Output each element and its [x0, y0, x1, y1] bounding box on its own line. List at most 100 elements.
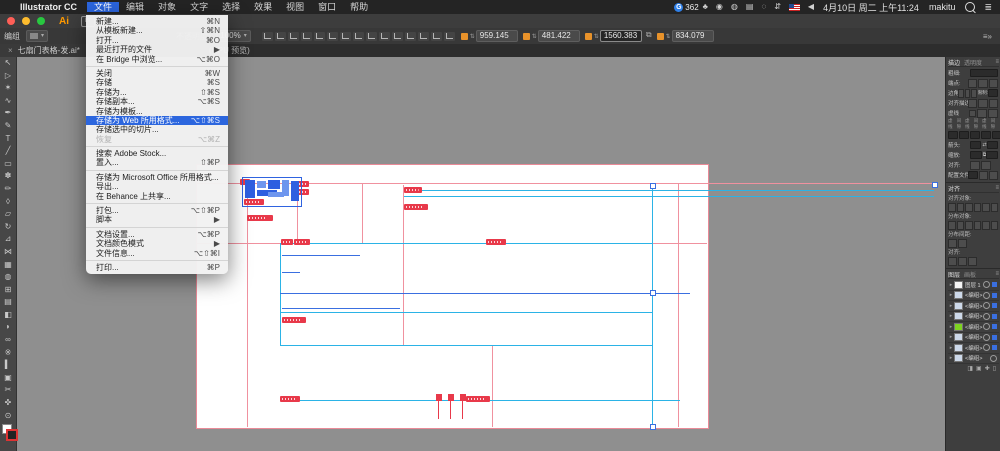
- layers-footer-icon[interactable]: ◨: [967, 365, 973, 372]
- style-dropdown[interactable]: ▾: [26, 30, 48, 42]
- menu-item[interactable]: 文档设置...⌥⌘P: [86, 230, 228, 239]
- tool-4[interactable]: ✒: [1, 107, 15, 120]
- close-window-button[interactable]: [7, 17, 15, 25]
- anchor-handle[interactable]: [650, 183, 656, 189]
- menu-item[interactable]: 关闭⌘W: [86, 69, 228, 78]
- target-circle-icon[interactable]: [983, 302, 990, 309]
- field-stepper[interactable]: ⇅: [666, 33, 671, 40]
- menu-item[interactable]: 脚本▶: [86, 215, 228, 224]
- link-dimensions-icon[interactable]: ⧉: [646, 30, 652, 42]
- control-icon-2[interactable]: [288, 32, 299, 41]
- menu-item[interactable]: 存储⌘S: [86, 78, 228, 87]
- control-icon-9[interactable]: [379, 32, 390, 41]
- align-button[interactable]: [965, 221, 973, 230]
- status-icon-1[interactable]: ♣: [703, 0, 708, 14]
- align-button[interactable]: [974, 203, 982, 212]
- dash-mode-button[interactable]: [988, 109, 998, 118]
- tab-transparency[interactable]: 透明度: [964, 58, 982, 67]
- status-icon-2[interactable]: ◉: [716, 0, 723, 14]
- control-icon-14[interactable]: [444, 32, 455, 41]
- menubar-menu-效果[interactable]: 效果: [247, 2, 279, 12]
- control-icon-0[interactable]: [262, 32, 273, 41]
- cap-button[interactable]: [989, 79, 998, 88]
- cap-button[interactable]: [968, 79, 977, 88]
- status-icon-4[interactable]: ◌: [761, 0, 766, 14]
- menu-item[interactable]: 打印...⌘P: [86, 263, 228, 272]
- align-button[interactable]: [958, 257, 967, 266]
- layer-row[interactable]: ▸<编组>: [948, 312, 999, 323]
- anchor-handle[interactable]: [932, 182, 938, 188]
- cap-button[interactable]: [978, 79, 987, 88]
- menubar-menu-帮助[interactable]: 帮助: [343, 2, 375, 12]
- field-stepper[interactable]: ⇅: [532, 33, 537, 40]
- notification-center-icon[interactable]: ≣: [984, 2, 992, 13]
- menu-item[interactable]: 从模板新建...⇧⌘N: [86, 26, 228, 35]
- tool-0[interactable]: ↖: [1, 57, 15, 70]
- align-button[interactable]: [982, 221, 990, 230]
- field-value-input[interactable]: 1560.383: [600, 30, 642, 42]
- control-icon-7[interactable]: [353, 32, 364, 41]
- tool-3[interactable]: ∿: [1, 95, 15, 108]
- dash-input[interactable]: [948, 131, 958, 139]
- tool-7[interactable]: ╱: [1, 145, 15, 158]
- app-name[interactable]: Illustrator CC: [20, 2, 77, 12]
- clock[interactable]: 4月10日 周二 上午11:24: [823, 1, 919, 14]
- field-stepper[interactable]: ⇅: [594, 33, 599, 40]
- control-icon-5[interactable]: [327, 32, 338, 41]
- align-button[interactable]: [957, 221, 965, 230]
- selected-artwork-cluster[interactable]: [242, 177, 302, 207]
- control-icon-11[interactable]: [405, 32, 416, 41]
- tool-15[interactable]: ⋈: [1, 246, 15, 259]
- corner-button[interactable]: [965, 89, 971, 98]
- menu-item[interactable]: 打开...⌘O: [86, 36, 228, 45]
- tool-12[interactable]: ▱: [1, 208, 15, 221]
- menubar-menu-选择[interactable]: 选择: [215, 2, 247, 12]
- tool-14[interactable]: ⊿: [1, 233, 15, 246]
- menu-item[interactable]: 在 Bridge 中浏览...⌥⌘O: [86, 55, 228, 64]
- tab-align[interactable]: 对齐: [948, 184, 960, 193]
- user-name[interactable]: makitu: [929, 2, 956, 12]
- antivirus-badge[interactable]: G 362: [674, 3, 698, 12]
- stroke-swatch[interactable]: [6, 429, 18, 441]
- menu-item[interactable]: 文件信息...⌥⇧⌘I: [86, 249, 228, 258]
- align-button[interactable]: [974, 221, 982, 230]
- tab-画板[interactable]: 画板: [964, 270, 976, 279]
- menu-item[interactable]: 存储副本...⌥⌘S: [86, 97, 228, 106]
- tool-18[interactable]: ⊞: [1, 284, 15, 297]
- control-icon-8[interactable]: [366, 32, 377, 41]
- swap-arrows-icon[interactable]: ⇄: [982, 142, 986, 148]
- menu-item[interactable]: 置入...⇧⌘P: [86, 158, 228, 167]
- tool-8[interactable]: ▭: [1, 158, 15, 171]
- corner-button[interactable]: [971, 89, 977, 98]
- tool-1[interactable]: ▷: [1, 70, 15, 83]
- display-icon[interactable]: ▤: [746, 0, 754, 14]
- minimize-window-button[interactable]: [22, 17, 30, 25]
- profile-select[interactable]: [968, 171, 978, 179]
- status-icon-3[interactable]: ◍: [731, 0, 738, 14]
- arrow-start-select[interactable]: [970, 141, 981, 149]
- arrow-end-select[interactable]: [987, 141, 998, 149]
- layer-row[interactable]: ▸<编组>: [948, 354, 999, 365]
- menu-item[interactable]: 导出...: [86, 182, 228, 191]
- tool-11[interactable]: ◊: [1, 196, 15, 209]
- panel-menu-icon[interactable]: ≡: [995, 185, 999, 191]
- align-button[interactable]: [957, 203, 965, 212]
- tool-19[interactable]: ▤: [1, 296, 15, 309]
- dash-input[interactable]: [970, 131, 980, 139]
- tool-20[interactable]: ◧: [1, 309, 15, 322]
- layer-row[interactable]: ▸图层 1: [948, 280, 999, 291]
- field-value-input[interactable]: 481.422: [538, 30, 580, 42]
- dash-input[interactable]: [959, 131, 969, 139]
- input-language-flag-icon[interactable]: [789, 4, 800, 11]
- panel-menu-icon[interactable]: ≡: [995, 59, 999, 65]
- layer-row[interactable]: ▸<编组>: [948, 343, 999, 354]
- control-icon-1[interactable]: [275, 32, 286, 41]
- control-icon-3[interactable]: [301, 32, 312, 41]
- dash-input[interactable]: [981, 131, 991, 139]
- menu-item[interactable]: 存储为...⇧⌘S: [86, 88, 228, 97]
- menubar-menu-文件[interactable]: 文件: [87, 2, 119, 12]
- dashed-checkbox[interactable]: [969, 110, 976, 117]
- profile-flip-button[interactable]: [979, 171, 988, 180]
- layer-row[interactable]: ▸<编组>: [948, 333, 999, 344]
- menu-item[interactable]: 搜索 Adobe Stock...: [86, 149, 228, 158]
